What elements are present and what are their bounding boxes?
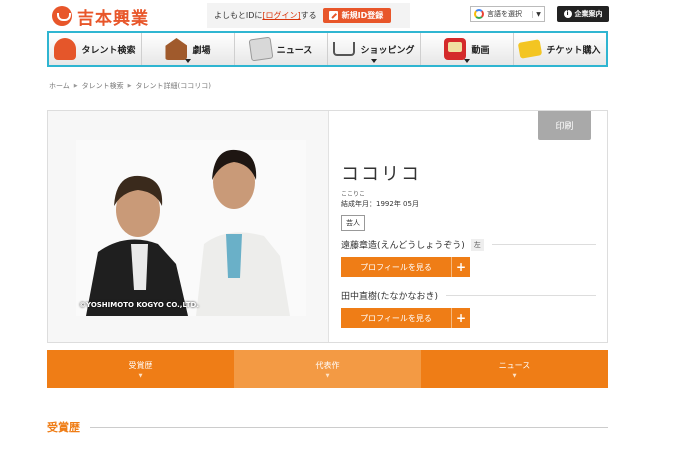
print-button[interactable]: 印刷 <box>538 111 591 140</box>
plus-icon: + <box>451 308 470 328</box>
nav-item-shopping[interactable]: ショッピング <box>328 33 421 65</box>
category-tag: 芸人 <box>341 215 365 231</box>
info-icon: i <box>563 10 572 18</box>
talent-info: ココリコ ここりこ 結成年月：1992年 05月 芸人 遠藤章造(えんどうしょう… <box>341 160 596 328</box>
formed-date: 結成年月：1992年 05月 <box>341 200 419 208</box>
awards-section-header: 受賞歴 <box>47 419 608 435</box>
member-row: 田中直樹(たなかなおき) <box>341 289 596 302</box>
nav-label: 動画 <box>471 45 490 56</box>
nav-label: ニュース <box>276 45 313 56</box>
divider <box>491 244 596 245</box>
tab-news[interactable]: ニュース ▼ <box>421 350 608 388</box>
breadcrumb-home[interactable]: ホーム <box>49 81 70 91</box>
nav-item-video[interactable]: 動画 <box>421 33 514 65</box>
chevron-down-icon: ▼ <box>532 10 544 18</box>
dropdown-arrow-icon <box>371 59 377 63</box>
yoshimoto-logo[interactable]: 吉本興業 <box>52 5 149 29</box>
member-name: 遠藤章造(えんどうしょうぞう) <box>341 241 465 251</box>
breadcrumb-separator-icon: ▶ <box>73 83 78 89</box>
divider <box>446 295 596 296</box>
view-profile-button[interactable]: プロフィールを見る + <box>341 308 470 328</box>
content-tabs: 受賞歴 ▼ 代表作 ▼ ニュース ▼ <box>47 350 608 388</box>
nav-item-news[interactable]: ニュース <box>235 33 328 65</box>
language-select[interactable]: 言語を選択 ▼ <box>470 6 545 22</box>
tab-label: 代表作 <box>315 360 340 370</box>
view-profile-label: プロフィールを見る <box>360 262 432 272</box>
dropdown-arrow-icon <box>464 59 470 63</box>
shopping-icon <box>333 42 356 56</box>
plus-icon: + <box>451 257 470 277</box>
nav-item-ticket[interactable]: チケット購入 <box>514 33 606 65</box>
tab-awards[interactable]: 受賞歴 ▼ <box>47 350 234 388</box>
tab-label: 受賞歴 <box>128 360 153 370</box>
tab-label: ニュース <box>498 360 531 370</box>
breadcrumb-talent-search[interactable]: タレント検索 <box>82 81 124 91</box>
login-prefix: よしもとIDに <box>214 11 263 20</box>
breadcrumb-current: タレント詳細(ココリコ) <box>135 82 211 90</box>
nav-item-theater[interactable]: 劇場 <box>142 33 235 65</box>
member-name: 田中直樹(たなかなおき) <box>341 292 439 302</box>
register-button[interactable]: 新規ID登録 <box>322 8 392 23</box>
view-profile-label: プロフィールを見る <box>360 313 432 323</box>
login-suffix: する <box>300 11 317 20</box>
pencil-icon <box>328 11 338 20</box>
section-title: 受賞歴 <box>47 421 80 434</box>
video-icon <box>444 38 467 60</box>
login-link[interactable]: [ログイン] <box>262 10 300 21</box>
login-box: よしもとIDに [ログイン] する 新規ID登録 <box>207 3 410 28</box>
nav-label: タレント検索 <box>81 45 136 56</box>
chevron-down-icon: ▼ <box>325 372 330 379</box>
talent-name: ココリコ <box>341 164 421 185</box>
photo-credit: ©YOSHIMOTO KOGYO CO.,LTD. <box>79 301 200 309</box>
photo-area: ©YOSHIMOTO KOGYO CO.,LTD. <box>48 111 329 342</box>
talent-icon <box>54 38 77 60</box>
nav-item-talent-search[interactable]: タレント検索 <box>49 33 142 65</box>
member-row: 遠藤章造(えんどうしょうぞう) 左 <box>341 238 596 251</box>
language-label: 言語を選択 <box>487 10 522 18</box>
corporate-label: 企業案内 <box>574 10 603 18</box>
section-divider <box>90 426 608 428</box>
global-nav: タレント検索 劇場 ニュース ショッピング 動画 チケット購入 <box>47 31 608 67</box>
logo-mark-icon <box>52 6 72 26</box>
corporate-info-button[interactable]: i 企業案内 <box>557 6 609 22</box>
google-icon <box>474 9 484 19</box>
ticket-icon <box>518 39 543 59</box>
view-profile-button[interactable]: プロフィールを見る + <box>341 257 470 277</box>
chevron-down-icon: ▼ <box>512 372 517 379</box>
chevron-down-icon: ▼ <box>138 372 143 379</box>
talent-profile-card: ©YOSHIMOTO KOGYO CO.,LTD. 印刷 ココリコ ここりこ 結… <box>47 110 608 343</box>
tab-representative-works[interactable]: 代表作 ▼ <box>234 350 421 388</box>
breadcrumb-separator-icon: ▶ <box>127 83 132 89</box>
talent-photo-illustration <box>76 140 306 316</box>
logo-text: 吉本興業 <box>77 8 149 29</box>
talent-photo: ©YOSHIMOTO KOGYO CO.,LTD. <box>76 140 306 316</box>
nav-label: チケット購入 <box>546 45 601 56</box>
member-position-badge: 左 <box>470 238 484 251</box>
news-icon <box>248 36 274 62</box>
register-label: 新規ID登録 <box>341 11 384 20</box>
theater-icon <box>165 38 188 60</box>
nav-label: ショッピング <box>360 45 415 56</box>
breadcrumb: ホーム ▶ タレント検索 ▶ タレント詳細(ココリコ) <box>49 81 211 91</box>
dropdown-arrow-icon <box>185 59 191 63</box>
nav-label: 劇場 <box>192 45 211 56</box>
talent-kana: ここりこ <box>341 191 366 198</box>
